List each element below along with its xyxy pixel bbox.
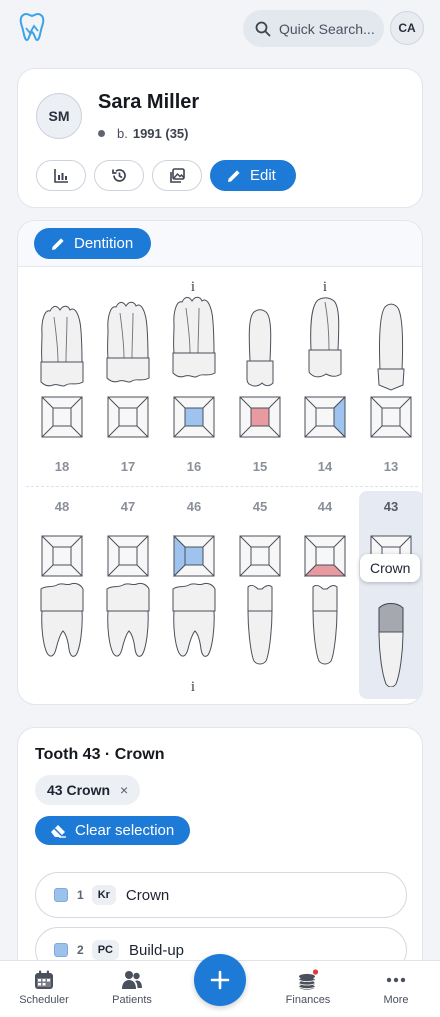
tooth-surface-18[interactable] <box>41 396 83 438</box>
birth-value: 1991 (35) <box>132 126 189 141</box>
clear-label: Clear selection <box>75 822 175 839</box>
tooth-48[interactable] <box>40 582 84 657</box>
calendar-icon <box>35 970 53 989</box>
eraser-icon <box>51 825 66 838</box>
tooth-18[interactable] <box>40 305 84 387</box>
surface-occlusal[interactable] <box>184 546 204 566</box>
history-button[interactable] <box>94 160 144 191</box>
tooth-17[interactable] <box>106 301 150 383</box>
procedure-name: Crown <box>125 886 170 904</box>
tooth-number-selected[interactable]: 43 <box>371 499 411 514</box>
status-dot <box>98 130 105 137</box>
pencil-icon <box>228 169 240 182</box>
patient-actions: Edit <box>36 160 296 191</box>
procedure-code: Kr <box>91 885 116 905</box>
tooth-surface-15[interactable] <box>239 396 281 438</box>
tooth-number[interactable]: 46 <box>174 499 214 514</box>
add-button[interactable] <box>194 954 246 1006</box>
tooth-number[interactable]: 44 <box>305 499 345 514</box>
tooth-43[interactable] <box>378 603 404 688</box>
surface-occlusal[interactable] <box>184 407 204 427</box>
patient-card: SM Sara Miller b. 1991 (35) Edit <box>17 68 423 208</box>
tooth-13[interactable] <box>377 303 405 391</box>
tooth-46[interactable] <box>172 582 216 657</box>
procedure-code: PC <box>91 940 119 960</box>
patient-avatar: SM <box>36 93 82 139</box>
tooth-surface-14[interactable] <box>304 395 346 439</box>
selection-chip[interactable]: 43 Crown × <box>35 775 141 805</box>
images-button[interactable] <box>152 160 202 191</box>
patient-name: Sara Miller <box>98 91 200 113</box>
dentition-card: Dentition i i i 18 17 16 15 14 13 48 47 … <box>17 220 423 705</box>
procedure-number: 2 <box>77 943 84 957</box>
tooth-number[interactable]: 45 <box>240 499 280 514</box>
tooth-number[interactable]: 13 <box>371 459 411 474</box>
procedure-number: 1 <box>77 888 84 902</box>
tooth-number[interactable]: 17 <box>108 459 148 474</box>
nav-scheduler[interactable]: Scheduler <box>4 969 84 1006</box>
tooth-surface-47[interactable] <box>107 535 149 577</box>
nav-more-label: More <box>383 994 409 1006</box>
tooth-surface-45[interactable] <box>239 535 281 577</box>
procedure-row[interactable]: 1 Kr Crown <box>35 872 407 918</box>
tooth-14[interactable] <box>308 297 342 378</box>
patient-birth: b. 1991 (35) <box>98 126 189 141</box>
nav-scheduler-label: Scheduler <box>19 994 69 1006</box>
quick-search[interactable] <box>243 10 384 47</box>
dental-chart <box>40 296 412 688</box>
procedure-name: Build-up <box>128 941 185 959</box>
edit-button[interactable]: Edit <box>210 160 296 191</box>
search-icon <box>255 21 271 36</box>
nav-finances-label: Finances <box>285 994 331 1006</box>
detail-title: Tooth 43 · Crown <box>35 746 165 763</box>
tooth-surface-44[interactable] <box>303 535 347 577</box>
tooth-44[interactable] <box>312 585 338 665</box>
more-dots-icon <box>386 977 406 983</box>
dentition-button[interactable]: Dentition <box>34 228 152 259</box>
tooth-surface-13[interactable] <box>370 396 412 438</box>
search-input[interactable] <box>279 20 379 37</box>
people-icon <box>122 971 142 989</box>
dentition-header: Dentition <box>18 221 422 267</box>
nav-more[interactable]: More <box>356 969 436 1006</box>
coins-icon <box>298 969 319 990</box>
bar-chart-icon <box>53 169 68 183</box>
procedure-checkbox[interactable] <box>54 888 68 902</box>
tooth-number[interactable]: 18 <box>42 459 82 474</box>
tooth-16[interactable] <box>172 296 216 378</box>
tooth-number[interactable]: 48 <box>42 499 82 514</box>
tooth-47[interactable] <box>106 582 150 657</box>
tooth-15[interactable] <box>246 309 274 387</box>
history-icon <box>111 169 126 182</box>
tooth-tooltip: Crown <box>360 554 421 582</box>
chip-label: 43 Crown <box>47 782 111 798</box>
birth-prefix: b. <box>117 126 128 141</box>
tooth-surface-48[interactable] <box>41 535 83 577</box>
tooth-45[interactable] <box>247 585 273 665</box>
procedure-checkbox[interactable] <box>54 943 68 957</box>
clear-selection-button[interactable]: Clear selection <box>35 816 191 845</box>
nav-patients-label: Patients <box>112 994 152 1006</box>
tooth-surface-46[interactable] <box>173 534 215 578</box>
plus-icon <box>210 970 230 990</box>
tooth-surface-17[interactable] <box>107 396 149 438</box>
chip-close-icon[interactable]: × <box>120 782 128 798</box>
images-icon <box>169 168 185 183</box>
tooth-number[interactable]: 16 <box>174 459 214 474</box>
top-bar: CA <box>0 0 440 58</box>
tooth-logo-icon[interactable] <box>18 12 46 42</box>
edit-label: Edit <box>250 167 276 184</box>
surface-occlusal[interactable] <box>250 407 270 427</box>
chart-button[interactable] <box>36 160 86 191</box>
pencil-icon <box>52 237 64 250</box>
tooth-surface-16[interactable] <box>173 396 215 438</box>
tooth-number[interactable]: 15 <box>240 459 280 474</box>
dentition-label: Dentition <box>74 235 134 252</box>
nav-patients[interactable]: Patients <box>92 969 172 1006</box>
user-avatar[interactable]: CA <box>390 11 424 45</box>
nav-finances[interactable]: Finances <box>268 969 348 1006</box>
tooth-number[interactable]: 14 <box>305 459 345 474</box>
tooth-number[interactable]: 47 <box>108 499 148 514</box>
